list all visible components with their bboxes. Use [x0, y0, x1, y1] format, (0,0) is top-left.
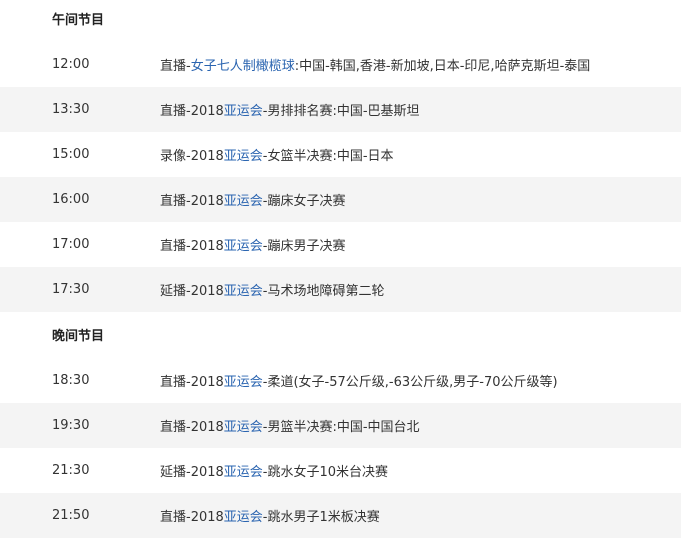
program-prefix: 延播-2018 — [160, 284, 224, 299]
schedule-row: 16:00 直播-2018亚运会-蹦床女子决赛 — [0, 177, 681, 222]
schedule-row: 18:30 直播-2018亚运会-柔道(女子-57公斤级,-63公斤级,男子-7… — [0, 358, 681, 403]
program-prefix: 直播-2018 — [160, 104, 224, 119]
program-link[interactable]: 亚运会 — [224, 420, 263, 435]
program-time: 19:30 — [52, 418, 90, 433]
section-title-evening: 晚间节目 — [52, 329, 105, 344]
program-title: 直播-2018亚运会-男排排名赛:中国-巴基斯坦 — [160, 100, 681, 119]
program-time: 16:00 — [52, 192, 90, 207]
program-detail: -马术场地障碍第二轮 — [262, 284, 385, 299]
program-time: 21:50 — [52, 508, 90, 523]
program-time: 17:30 — [52, 282, 90, 297]
tv-schedule: 午间节目 12:00 直播-女子七人制橄榄球:中国-韩国,香港-新加坡,日本-印… — [0, 0, 681, 538]
program-time: 18:30 — [52, 373, 90, 388]
program-prefix: 直播-2018 — [160, 510, 224, 525]
program-prefix: 直播-2018 — [160, 375, 224, 390]
program-detail: -蹦床女子决赛 — [262, 194, 346, 209]
schedule-row: 13:30 直播-2018亚运会-男排排名赛:中国-巴基斯坦 — [0, 87, 681, 132]
program-title: 延播-2018亚运会-跳水女子10米台决赛 — [160, 461, 681, 480]
program-link[interactable]: 女子七人制橄榄球 — [191, 59, 295, 74]
program-time: 21:30 — [52, 463, 90, 478]
schedule-row: 17:30 延播-2018亚运会-马术场地障碍第二轮 — [0, 267, 681, 312]
schedule-row: 21:30 延播-2018亚运会-跳水女子10米台决赛 — [0, 448, 681, 493]
program-title: 直播-2018亚运会-跳水男子1米板决赛 — [160, 506, 681, 525]
program-link[interactable]: 亚运会 — [224, 104, 263, 119]
schedule-row: 15:00 录像-2018亚运会-女篮半决赛:中国-日本 — [0, 132, 681, 177]
section-title-noon: 午间节目 — [52, 13, 105, 28]
program-prefix: 延播-2018 — [160, 465, 224, 480]
program-prefix: 直播- — [160, 59, 191, 74]
program-detail: :中国-韩国,香港-新加坡,日本-印尼,哈萨克斯坦-泰国 — [294, 59, 591, 74]
schedule-row: 17:00 直播-2018亚运会-蹦床男子决赛 — [0, 222, 681, 267]
program-prefix: 直播-2018 — [160, 420, 224, 435]
program-title: 直播-2018亚运会-蹦床男子决赛 — [160, 235, 681, 254]
program-title: 录像-2018亚运会-女篮半决赛:中国-日本 — [160, 145, 681, 164]
program-detail: -柔道(女子-57公斤级,-63公斤级,男子-70公斤级等) — [262, 375, 558, 390]
program-time: 15:00 — [52, 147, 90, 162]
schedule-row: 12:00 直播-女子七人制橄榄球:中国-韩国,香港-新加坡,日本-印尼,哈萨克… — [0, 42, 681, 87]
program-title: 直播-2018亚运会-蹦床女子决赛 — [160, 190, 681, 209]
program-time: 17:00 — [52, 237, 90, 252]
program-link[interactable]: 亚运会 — [224, 149, 263, 164]
program-detail: -跳水女子10米台决赛 — [262, 465, 389, 480]
program-link[interactable]: 亚运会 — [224, 239, 263, 254]
program-detail: -女篮半决赛:中国-日本 — [262, 149, 394, 164]
program-title: 直播-女子七人制橄榄球:中国-韩国,香港-新加坡,日本-印尼,哈萨克斯坦-泰国 — [160, 55, 681, 74]
program-detail: -男篮半决赛:中国-中国台北 — [262, 420, 420, 435]
program-link[interactable]: 亚运会 — [224, 194, 263, 209]
program-title: 延播-2018亚运会-马术场地障碍第二轮 — [160, 280, 681, 299]
program-detail: -跳水男子1米板决赛 — [262, 510, 380, 525]
program-detail: -男排排名赛:中国-巴基斯坦 — [262, 104, 420, 119]
program-link[interactable]: 亚运会 — [224, 510, 263, 525]
program-link[interactable]: 亚运会 — [224, 465, 263, 480]
schedule-row: 21:50 直播-2018亚运会-跳水男子1米板决赛 — [0, 493, 681, 538]
program-title: 直播-2018亚运会-柔道(女子-57公斤级,-63公斤级,男子-70公斤级等) — [160, 371, 681, 390]
program-prefix: 直播-2018 — [160, 194, 224, 209]
program-time: 13:30 — [52, 102, 90, 117]
program-prefix: 录像-2018 — [160, 149, 224, 164]
program-detail: -蹦床男子决赛 — [262, 239, 346, 254]
program-link[interactable]: 亚运会 — [224, 284, 263, 299]
program-title: 直播-2018亚运会-男篮半决赛:中国-中国台北 — [160, 416, 681, 435]
program-prefix: 直播-2018 — [160, 239, 224, 254]
program-time: 12:00 — [52, 57, 90, 72]
program-link[interactable]: 亚运会 — [224, 375, 263, 390]
schedule-row: 19:30 直播-2018亚运会-男篮半决赛:中国-中国台北 — [0, 403, 681, 448]
